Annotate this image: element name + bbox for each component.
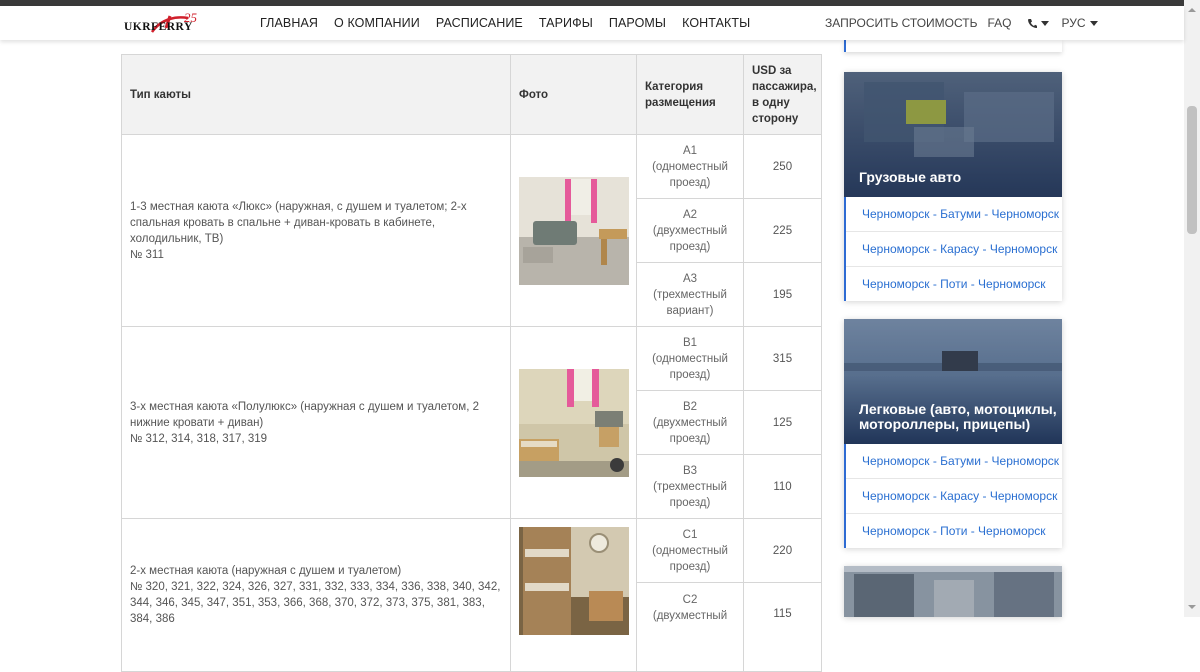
category-code: B3 xyxy=(682,464,698,477)
category-cell: C2 (двухместный xyxy=(636,582,744,672)
cabin-tariffs-table: Тип каюты Фото Категория размещения USD … xyxy=(121,54,822,672)
nav-contacts[interactable]: КОНТАКТЫ xyxy=(682,16,750,30)
faq-link[interactable]: FAQ xyxy=(987,16,1011,30)
header-photo: Фото xyxy=(510,54,637,135)
sidebar-card-cars: Легковые (авто, мотоциклы, мотороллеры, … xyxy=(844,319,1062,548)
sidebar-card-more xyxy=(844,566,1062,617)
category-code: B1 xyxy=(682,336,698,349)
price-cell: 315 xyxy=(743,326,822,391)
sidebar-card-links: Черноморск - Батуми - Черноморск Черномо… xyxy=(844,444,1062,548)
route-link[interactable]: Черноморск - Батуми - Черноморск xyxy=(846,197,1062,232)
card-title: Легковые (авто, мотоциклы, мотороллеры, … xyxy=(859,401,1057,432)
route-link[interactable]: Черноморск - Карасу - Черноморск xyxy=(846,479,1062,514)
phone-dropdown[interactable] xyxy=(1027,18,1050,29)
category-desc: (двухместный xyxy=(652,610,728,622)
language-dropdown[interactable]: РУС xyxy=(1061,16,1098,30)
price-cell: 195 xyxy=(743,262,822,327)
category-desc: (одноместный проезд) xyxy=(652,544,728,573)
category-desc: (трехместный проезд) xyxy=(653,480,727,509)
logo-text: UKRFERRY xyxy=(124,21,193,33)
request-price-link[interactable]: ЗАПРОСИТЬ СТОИМОСТЬ xyxy=(825,16,977,30)
price-cell: 115 xyxy=(743,582,822,672)
price-cell: 225 xyxy=(743,198,822,263)
page-scrollbar[interactable] xyxy=(1184,0,1200,617)
table-row: 2-х местная каюта (наружная с душем и ту… xyxy=(121,518,822,672)
trucks-image[interactable]: Грузовые авто xyxy=(844,72,1062,197)
category-cell: B2 (двухместный проезд) xyxy=(636,390,744,455)
cabin-description: 3-х местная каюта «Полулюкс» (наружная с… xyxy=(130,400,479,429)
category-code: C2 xyxy=(682,594,698,606)
category-desc: (двухместный проезд) xyxy=(652,416,728,445)
phone-icon xyxy=(1028,18,1038,28)
sidebar-card-partial xyxy=(844,40,1062,52)
cabin-photo-semilux[interactable] xyxy=(518,368,629,477)
chevron-down-icon xyxy=(1041,20,1050,26)
category-desc: (одноместный проезд) xyxy=(652,160,728,189)
category-cell: A3 (трехместный вариант) xyxy=(636,262,744,327)
header-category: Категория размещения xyxy=(636,54,744,135)
header-price: USD за пассажира, в одну сторону xyxy=(743,54,822,135)
cabin-photo-cell xyxy=(510,326,637,519)
table-row: 3-х местная каюта «Полулюкс» (наружная с… xyxy=(121,326,822,519)
category-desc: (двухместный проезд) xyxy=(652,224,728,253)
category-code: C1 xyxy=(682,528,698,541)
cabin-photo-cell xyxy=(510,134,637,327)
sidebar-card-links: Черноморск - Батуми - Черноморск Черномо… xyxy=(844,197,1062,301)
header-cabin-type: Тип каюты xyxy=(121,54,511,135)
nav-home[interactable]: ГЛАВНАЯ xyxy=(260,16,318,30)
price-cell: 110 xyxy=(743,454,822,519)
cabin-type-cell: 3-х местная каюта «Полулюкс» (наружная с… xyxy=(121,326,511,519)
site-header: UKRFERRY 25 ГЛАВНАЯ О КОМПАНИИ РАСПИСАНИ… xyxy=(0,6,1184,40)
language-label: РУС xyxy=(1061,16,1086,30)
nav-schedule[interactable]: РАСПИСАНИЕ xyxy=(436,16,523,30)
cabin-numbers: № 312, 314, 318, 317, 319 xyxy=(130,432,268,445)
scrollbar-thumb[interactable] xyxy=(1187,106,1197,234)
cars-image[interactable]: Легковые (авто, мотоциклы, мотороллеры, … xyxy=(844,319,1062,444)
sidebar-card-trucks: Грузовые авто Черноморск - Батуми - Черн… xyxy=(844,72,1062,301)
scroll-up-icon[interactable] xyxy=(1188,8,1196,12)
main-nav: ГЛАВНАЯ О КОМПАНИИ РАСПИСАНИЕ ТАРИФЫ ПАР… xyxy=(260,6,766,40)
category-code: A1 xyxy=(682,144,698,157)
category-code: A3 xyxy=(682,272,698,285)
category-cell: A1 (одноместный проезд) xyxy=(636,134,744,199)
category-desc: (трехместный вариант) xyxy=(653,288,727,317)
ferry-deck-image[interactable] xyxy=(844,566,1062,617)
route-link[interactable]: Черноморск - Батуми - Черноморск xyxy=(846,444,1062,479)
logo-anniversary: 25 xyxy=(184,10,197,25)
price-cell: 250 xyxy=(743,134,822,199)
header-right-nav: ЗАПРОСИТЬ СТОИМОСТЬ FAQ РУС xyxy=(825,6,1098,40)
price-cell: 220 xyxy=(743,518,822,583)
category-cell: C1 (одноместный проезд) xyxy=(636,518,744,583)
cabin-photo-cell xyxy=(510,518,637,672)
route-link[interactable]: Черноморск - Поти - Черноморск xyxy=(846,267,1062,301)
price-cell: 125 xyxy=(743,390,822,455)
sidebar-card-links xyxy=(844,40,1062,52)
cabin-photo-lux[interactable] xyxy=(518,176,629,285)
category-cell: B3 (трехместный проезд) xyxy=(636,454,744,519)
cabin-description: 1-3 местная каюта «Люкс» (наружная, с ду… xyxy=(130,200,467,245)
nav-ferries[interactable]: ПАРОМЫ xyxy=(609,16,666,30)
chevron-down-icon xyxy=(1089,20,1098,26)
route-link[interactable]: Черноморск - Карасу - Черноморск xyxy=(846,232,1062,267)
card-title: Грузовые авто xyxy=(859,169,962,185)
cabin-numbers: № 311 xyxy=(130,248,164,261)
cabin-type-cell: 2-х местная каюта (наружная с душем и ту… xyxy=(121,518,511,672)
category-cell: A2 (двухместный проезд) xyxy=(636,198,744,263)
scroll-down-icon[interactable] xyxy=(1188,605,1196,609)
table-row: 1-3 местная каюта «Люкс» (наружная, с ду… xyxy=(121,134,822,327)
category-cell: B1 (одноместный проезд) xyxy=(636,326,744,391)
cabin-description: 2-х местная каюта (наружная с душем и ту… xyxy=(130,565,402,577)
route-link[interactable]: Черноморск - Поти - Черноморск xyxy=(846,514,1062,548)
category-code: B2 xyxy=(682,400,698,413)
nav-tariffs[interactable]: ТАРИФЫ xyxy=(539,16,593,30)
ukrferry-logo[interactable]: UKRFERRY 25 xyxy=(122,10,202,38)
cabin-type-cell: 1-3 местная каюта «Люкс» (наружная, с ду… xyxy=(121,134,511,327)
category-desc: (одноместный проезд) xyxy=(652,352,728,381)
cabin-numbers: № 320, 321, 322, 324, 326, 327, 331, 332… xyxy=(130,581,501,625)
table-header-row: Тип каюты Фото Категория размещения USD … xyxy=(121,54,822,135)
category-code: A2 xyxy=(682,208,698,221)
cabin-photo-double[interactable] xyxy=(518,527,629,635)
nav-about[interactable]: О КОМПАНИИ xyxy=(334,16,420,30)
